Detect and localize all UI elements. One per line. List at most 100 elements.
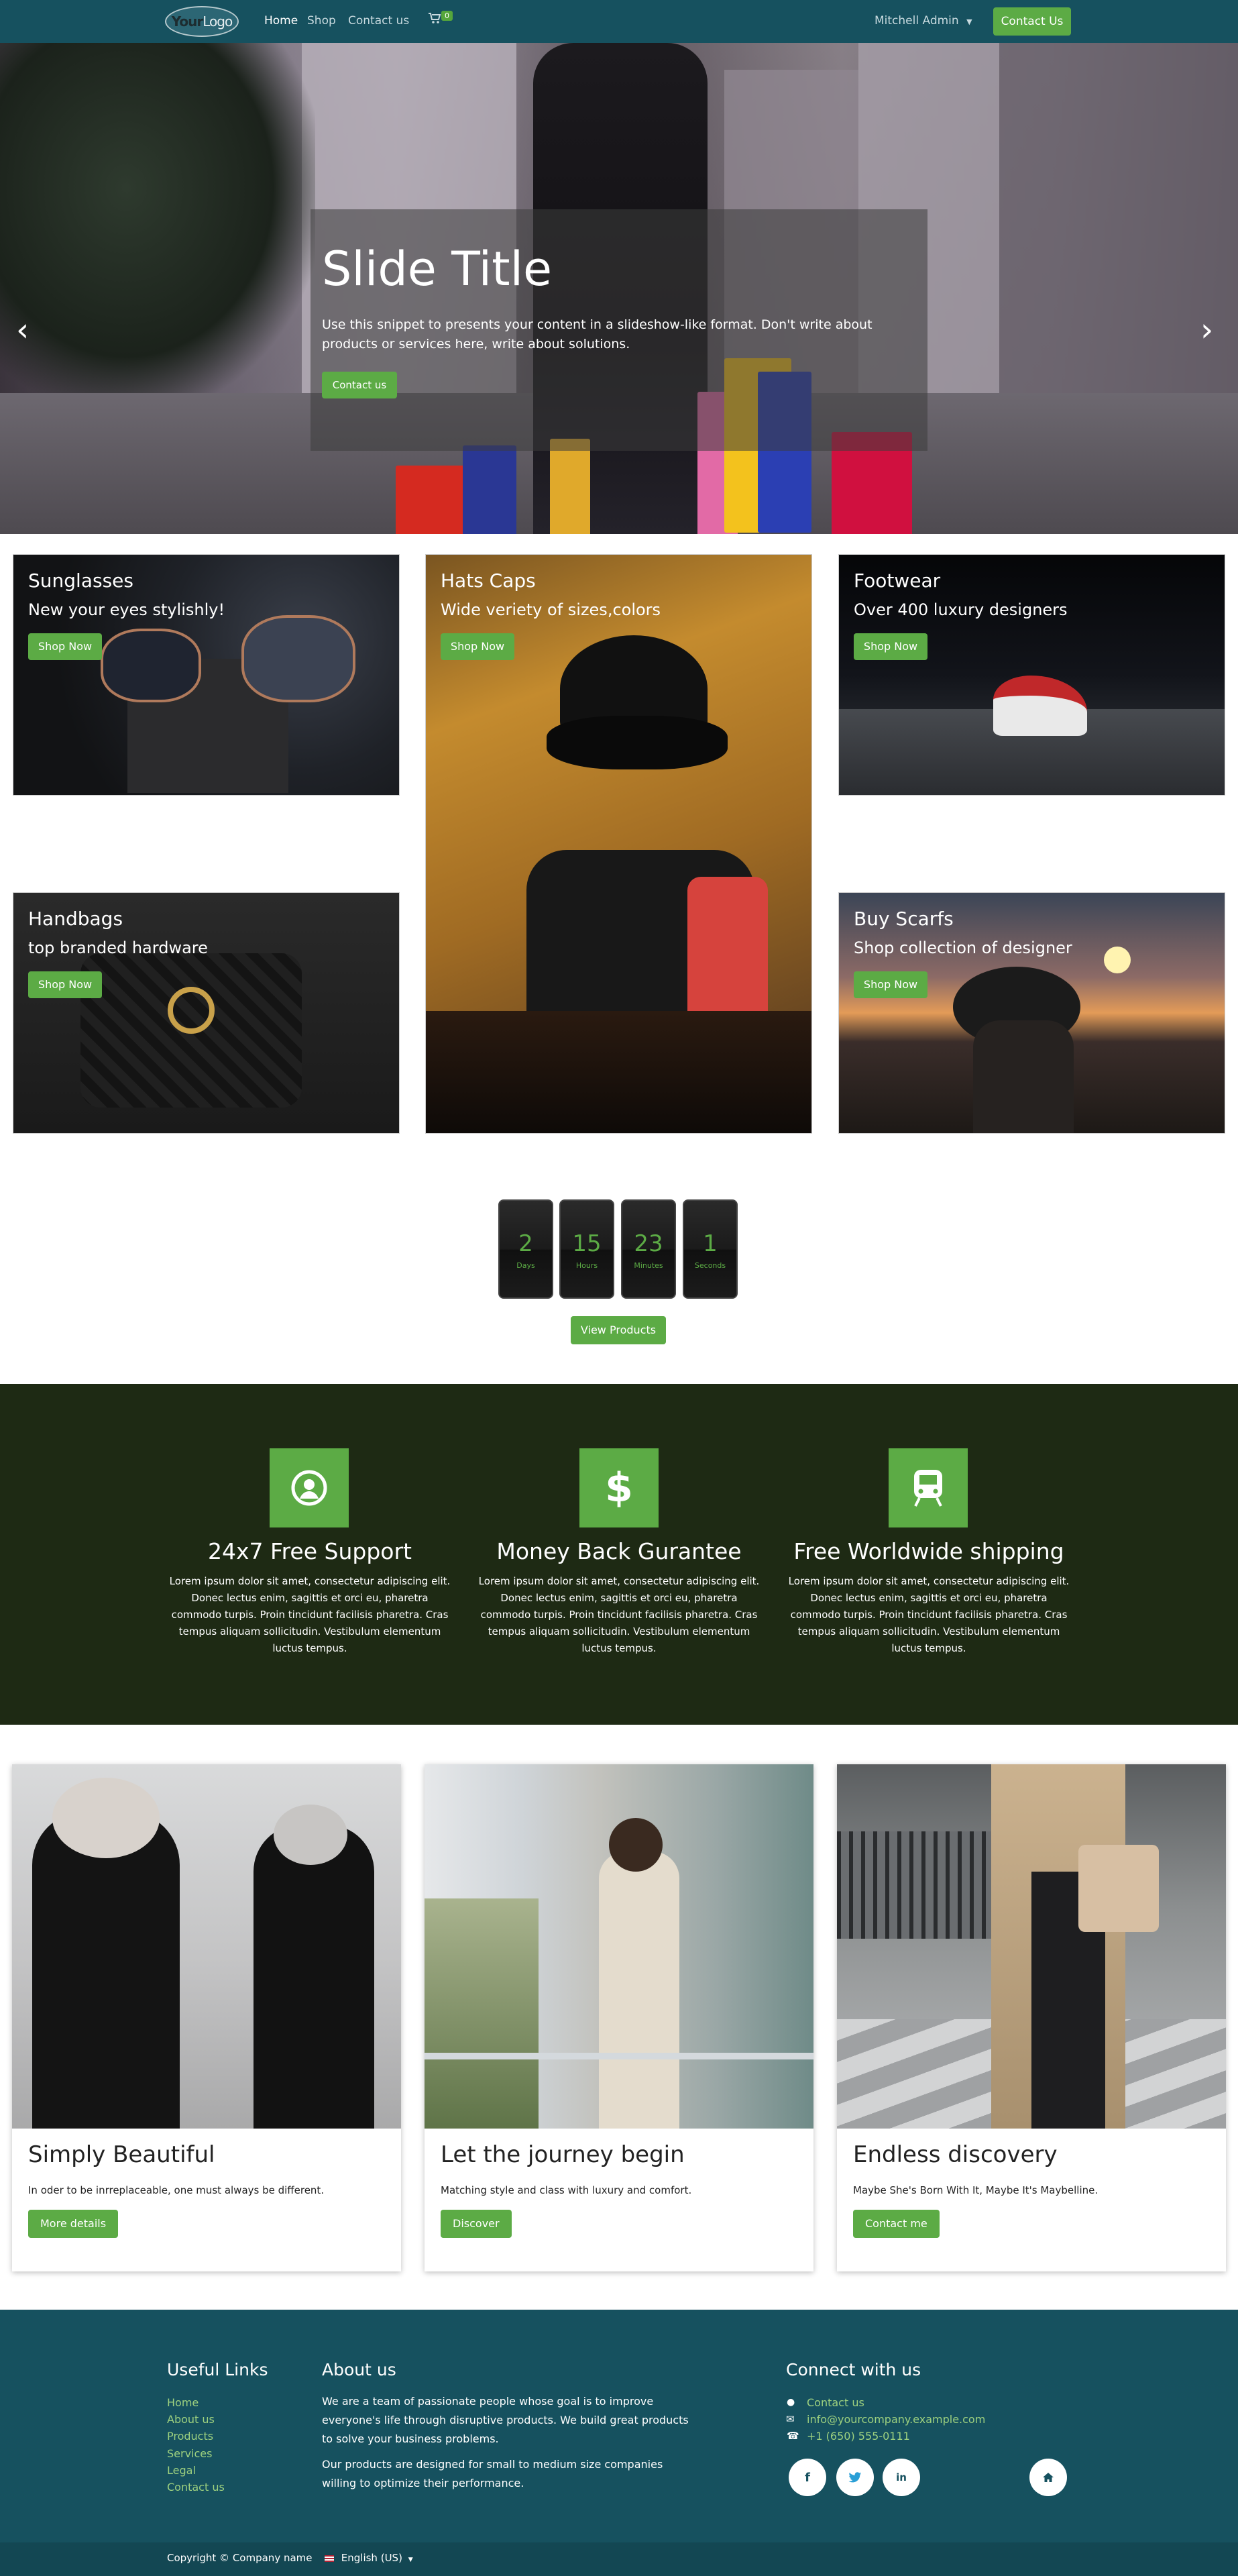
slide-title: Slide Title (322, 241, 553, 297)
card-text: Matching style and class with luxury and… (441, 2184, 692, 2196)
view-products-button[interactable]: View Products (571, 1316, 666, 1344)
language-label: English (US) (341, 2552, 402, 2564)
countdown-minutes: 23 Minutes (621, 1199, 676, 1299)
tile-subtitle: Shop collection of designer (854, 938, 1072, 957)
card-image (425, 1764, 813, 2129)
connect-heading: Connect with us (786, 2360, 921, 2379)
tile-title: Footwear (854, 570, 941, 592)
card-text: Maybe She's Born With It, Maybe It's May… (853, 2184, 1099, 2196)
category-tile-scarfs: Buy Scarfs Shop collection of designer S… (838, 892, 1225, 1134)
tile-title: Buy Scarfs (854, 908, 954, 930)
card-text: In oder to be inrreplaceable, one must a… (28, 2184, 325, 2196)
contact-me-button[interactable]: Contact me (853, 2210, 940, 2238)
comment-icon: ● (787, 2397, 795, 2408)
feature-title: Free Worldwide shipping (793, 1538, 1064, 1564)
countdown-seconds: 1 Seconds (683, 1199, 738, 1299)
category-tile-handbags: Handbags top branded hardware Shop Now (13, 892, 400, 1134)
carousel-prev-icon[interactable]: ‹ (16, 311, 29, 349)
shop-now-button[interactable]: Shop Now (854, 971, 927, 998)
footer-link-products[interactable]: Products (167, 2430, 213, 2443)
phone-icon: ☎ (787, 2430, 799, 2442)
footer-link-services[interactable]: Services (167, 2447, 212, 2460)
tile-subtitle: Over 400 luxury designers (854, 600, 1068, 619)
dollar-icon: $ (579, 1448, 659, 1527)
category-tile-sunglasses: Sunglasses New your eyes stylishly! Shop… (13, 554, 400, 796)
tile-subtitle: Wide veriety of sizes,colors (441, 600, 661, 619)
train-icon (889, 1448, 968, 1527)
logo-text-light: Logo (203, 13, 233, 30)
footer-contact-link[interactable]: Contact us (807, 2396, 864, 2409)
more-details-button[interactable]: More details (28, 2210, 119, 2238)
footer-link-legal[interactable]: Legal (167, 2464, 196, 2477)
tile-title: Sunglasses (28, 570, 133, 592)
countdown-label: Days (516, 1261, 535, 1270)
tile-subtitle: New your eyes stylishly! (28, 600, 225, 619)
shop-now-button[interactable]: Shop Now (28, 971, 102, 998)
feature-card-simply-beautiful: Simply Beautiful In oder to be inrreplac… (12, 1764, 401, 2271)
user-menu[interactable]: Mitchell Admin ▼ (875, 14, 972, 28)
card-title: Let the journey begin (441, 2141, 685, 2168)
top-navbar: YourLogo Home Shop Contact us 0 Mitchell… (0, 0, 1238, 43)
user-name: Mitchell Admin (875, 14, 959, 28)
footer-phone-link[interactable]: +1 (650) 555-0111 (807, 2430, 910, 2443)
slide-contact-button[interactable]: Contact us (322, 372, 397, 398)
hero-carousel: Slide Title Use this snippet to presents… (0, 43, 1238, 534)
linkedin-icon[interactable]: in (883, 2459, 920, 2496)
countdown-label: Minutes (634, 1261, 663, 1270)
about-paragraph: We are a team of passionate people whose… (322, 2395, 689, 2445)
shop-now-button[interactable]: Shop Now (441, 633, 514, 660)
feature-text: Lorem ipsum dolor sit amet, consectetur … (478, 1575, 760, 1654)
chevron-down-icon: ▼ (966, 17, 972, 26)
card-image (837, 1764, 1226, 2129)
facebook-icon[interactable]: f (789, 2459, 826, 2496)
shop-now-button[interactable]: Shop Now (28, 633, 102, 660)
countdown-hours: 15 Hours (559, 1199, 614, 1299)
useful-links-heading: Useful Links (167, 2360, 268, 2379)
card-image (12, 1764, 401, 2129)
countdown-value: 1 (703, 1230, 718, 1257)
card-title: Simply Beautiful (28, 2141, 215, 2168)
feature-card-endless-discovery: Endless discovery Maybe She's Born With … (837, 1764, 1226, 2271)
discover-button[interactable]: Discover (441, 2210, 512, 2238)
twitter-icon[interactable] (836, 2459, 874, 2496)
countdown-value: 2 (518, 1230, 533, 1257)
countdown-label: Seconds (694, 1261, 726, 1270)
tile-title: Handbags (28, 908, 123, 930)
chevron-down-icon: ▼ (408, 2557, 413, 2563)
language-selector[interactable]: English (US) ▼ (325, 2552, 413, 2564)
footer-email-link[interactable]: info@yourcompany.example.com (807, 2413, 985, 2426)
tile-subtitle: top branded hardware (28, 938, 208, 957)
nav-contact[interactable]: Contact us (348, 14, 409, 28)
countdown-label: Hours (575, 1261, 598, 1270)
countdown-days: 2 Days (498, 1199, 553, 1299)
nav-home[interactable]: Home (264, 14, 298, 28)
shop-now-button[interactable]: Shop Now (854, 633, 927, 660)
copyright-bar: Copyright © Company name English (US) ▼ (0, 2542, 1238, 2576)
feature-text: Lorem ipsum dolor sit amet, consectetur … (788, 1575, 1070, 1654)
copyright-text: Copyright © Company name (167, 2552, 313, 2564)
footer-link-about[interactable]: About us (167, 2413, 215, 2426)
about-paragraph: Our products are designed for small to m… (322, 2458, 663, 2489)
logo-text-bold: Your (171, 13, 203, 30)
flag-us-icon (325, 2555, 334, 2562)
feature-title: 24x7 Free Support (208, 1538, 412, 1564)
cart-icon[interactable] (428, 12, 441, 28)
feature-text: Lorem ipsum dolor sit amet, consectetur … (169, 1575, 451, 1654)
footer-link-home[interactable]: Home (167, 2396, 199, 2409)
tile-title: Hats Caps (441, 570, 536, 592)
feature-card-journey: Let the journey begin Matching style and… (425, 1764, 813, 2271)
home-icon[interactable] (1029, 2459, 1067, 2496)
cart-count-badge: 0 (441, 11, 453, 21)
carousel-next-icon[interactable]: › (1200, 311, 1213, 349)
features-section: 24x7 Free Support Lorem ipsum dolor sit … (0, 1384, 1238, 1725)
card-title: Endless discovery (853, 2141, 1058, 2168)
slide-text: Use this snippet to presents your conten… (322, 317, 873, 352)
feature-title: Money Back Gurantee (496, 1538, 742, 1564)
contact-us-button[interactable]: Contact Us (993, 7, 1071, 36)
category-tile-footwear: Footwear Over 400 luxury designers Shop … (838, 554, 1225, 796)
nav-shop[interactable]: Shop (307, 14, 336, 28)
logo[interactable]: YourLogo (165, 6, 239, 37)
about-heading: About us (322, 2360, 396, 2379)
user-circle-icon (270, 1448, 349, 1527)
footer-link-contact[interactable]: Contact us (167, 2481, 225, 2493)
